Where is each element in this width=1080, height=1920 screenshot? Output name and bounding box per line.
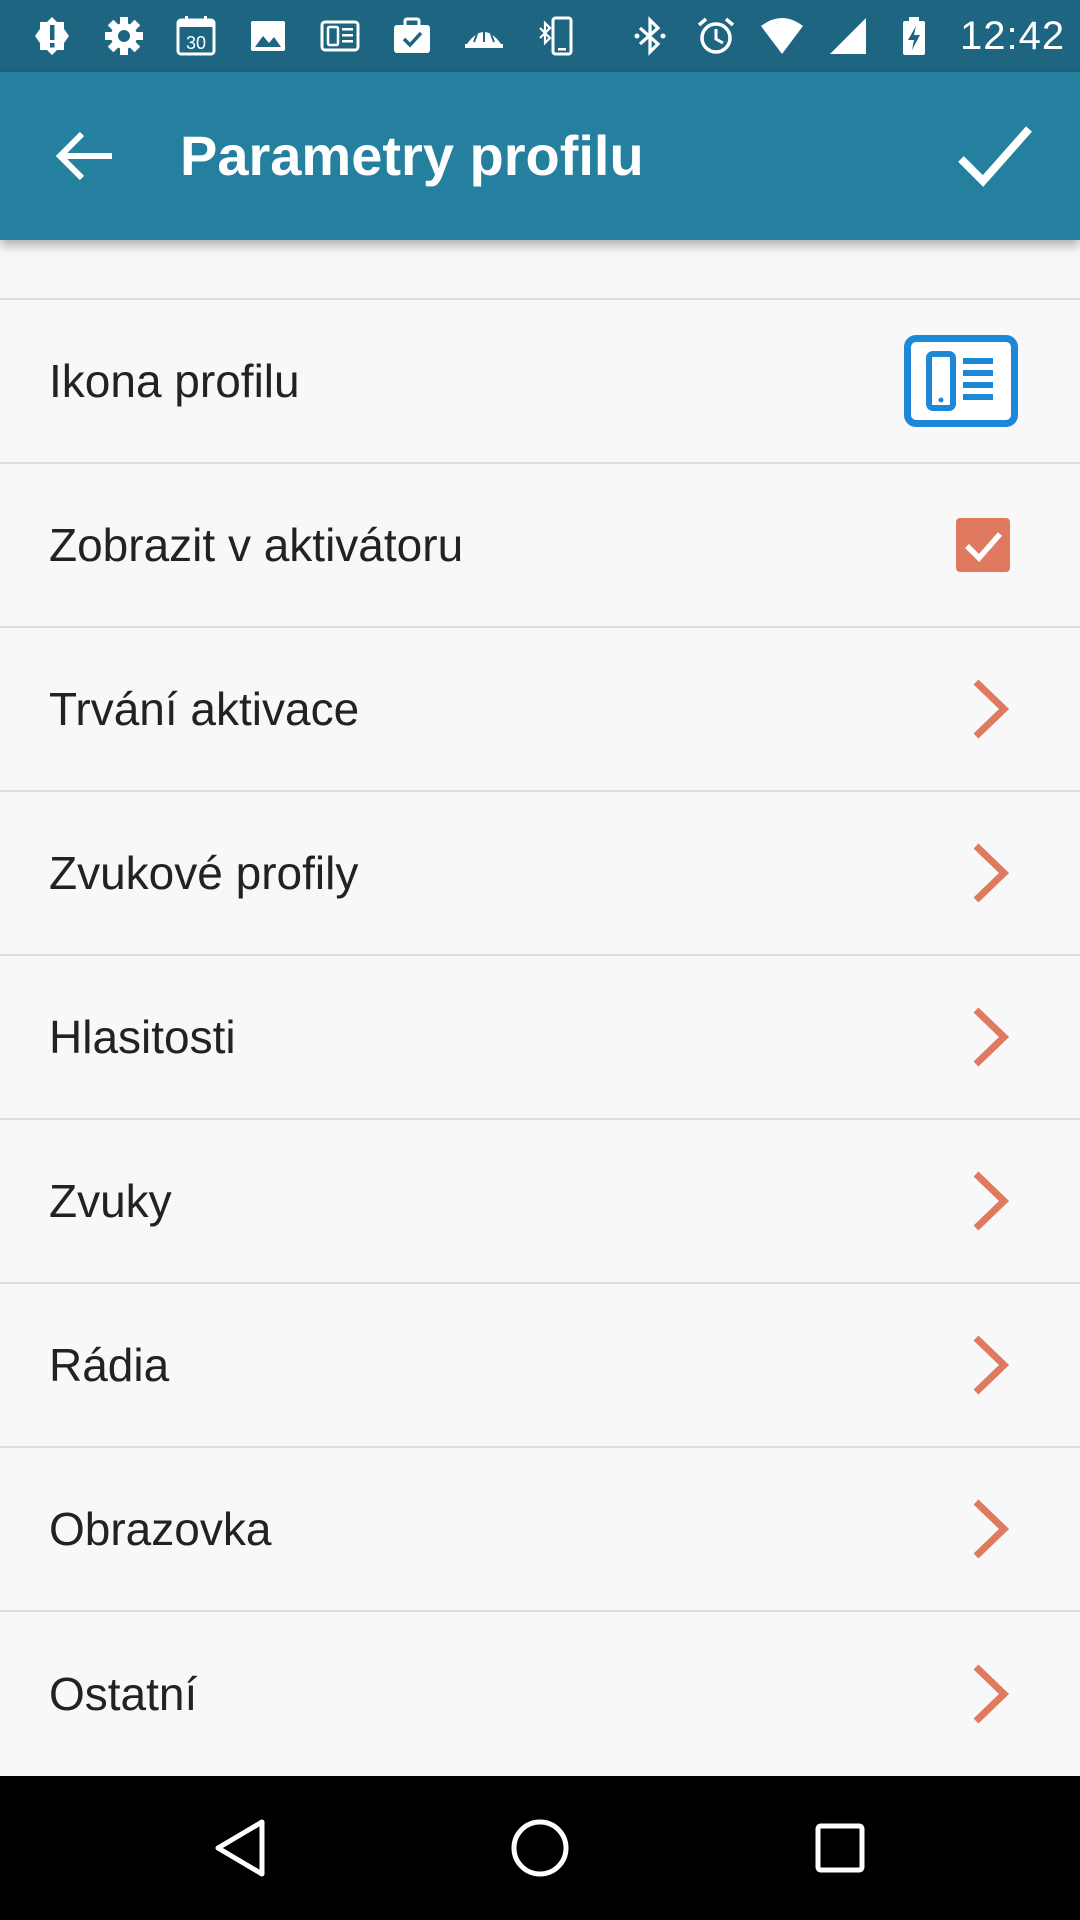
phone-bluetooth-icon: [534, 14, 578, 58]
wifi-icon: [760, 14, 804, 58]
nav-recents-button[interactable]: [804, 1812, 876, 1884]
list-item-label: Zobrazit v aktivátoru: [49, 519, 464, 571]
list-item-label: Rádia: [49, 1339, 170, 1391]
clock: 12:42: [960, 13, 1066, 58]
calendar-day: 30: [186, 33, 206, 53]
chevron-right-icon: [973, 1335, 1010, 1395]
list-item-label: Ikona profilu: [49, 355, 300, 407]
dome-icon: [462, 14, 506, 58]
nav-back-button[interactable]: [204, 1812, 276, 1884]
list-item-label: Zvuky: [49, 1175, 172, 1227]
list-item-label: Zvukové profily: [49, 847, 359, 899]
chevron-right-icon: [973, 843, 1010, 903]
signal-icon: [826, 14, 870, 58]
check-icon: [958, 126, 1032, 187]
home-circle-icon: [511, 1819, 569, 1877]
list-item-sound-profiles[interactable]: Zvukové profily: [0, 792, 1080, 956]
checkmark-icon: [965, 532, 1003, 563]
briefcase-check-icon: [390, 14, 434, 58]
alarm-icon: [694, 14, 738, 58]
list-item-volumes[interactable]: Hlasitosti: [0, 956, 1080, 1120]
chevron-right-icon: [973, 1499, 1010, 1559]
navigation-bar: [0, 1776, 1080, 1920]
list-item-activation-duration[interactable]: Trvání aktivace: [0, 628, 1080, 792]
profile-icon: [904, 335, 1018, 427]
alert-icon: [30, 14, 74, 58]
back-triangle-icon: [215, 1819, 265, 1877]
recents-square-icon: [815, 1823, 865, 1873]
screen: 30 12:42 Parametry profilu Ikona profilu…: [0, 0, 1080, 1920]
show-in-activator-checkbox[interactable]: [956, 518, 1010, 572]
bluetooth-icon: [628, 14, 672, 58]
battery-charging-icon: [892, 14, 936, 58]
arrow-back-icon: [55, 131, 112, 181]
settings-icon: [102, 14, 146, 58]
confirm-button[interactable]: [955, 119, 1035, 193]
chevron-right-icon: [973, 1007, 1010, 1067]
list-item-label: Ostatní: [49, 1668, 198, 1720]
app-bar: Parametry profilu: [0, 72, 1080, 240]
list-item-label: Obrazovka: [49, 1503, 272, 1555]
system-icons: 12:42: [606, 14, 1065, 59]
nav-home-button[interactable]: [504, 1812, 576, 1884]
chevron-right-icon: [973, 1664, 1010, 1724]
chevron-right-icon: [973, 1171, 1010, 1231]
list-item-radios[interactable]: Rádia: [0, 1284, 1080, 1448]
list-top-strip: [0, 240, 1080, 300]
page-title: Parametry profilu: [180, 124, 644, 187]
list-item-screen[interactable]: Obrazovka: [0, 1448, 1080, 1612]
list-item-label: Hlasitosti: [49, 1011, 236, 1063]
list-item-sounds[interactable]: Zvuky: [0, 1120, 1080, 1284]
status-bar: 30 12:42: [0, 0, 1080, 72]
list-item-label: Trvání aktivace: [49, 683, 360, 735]
list-item-profile-icon[interactable]: Ikona profilu: [0, 300, 1080, 464]
list-item-other[interactable]: Ostatní: [0, 1612, 1080, 1776]
list-item-show-in-activator[interactable]: Zobrazit v aktivátoru: [0, 464, 1080, 628]
notification-icons: 30: [30, 14, 606, 58]
settings-list: Ikona profilu Zobrazit v aktivátoru Trvá…: [0, 240, 1080, 1776]
chevron-right-icon: [973, 679, 1010, 739]
profile-card-icon: [318, 14, 362, 58]
calendar-icon: 30: [174, 14, 218, 58]
image-icon: [246, 14, 290, 58]
back-button[interactable]: [52, 122, 120, 190]
